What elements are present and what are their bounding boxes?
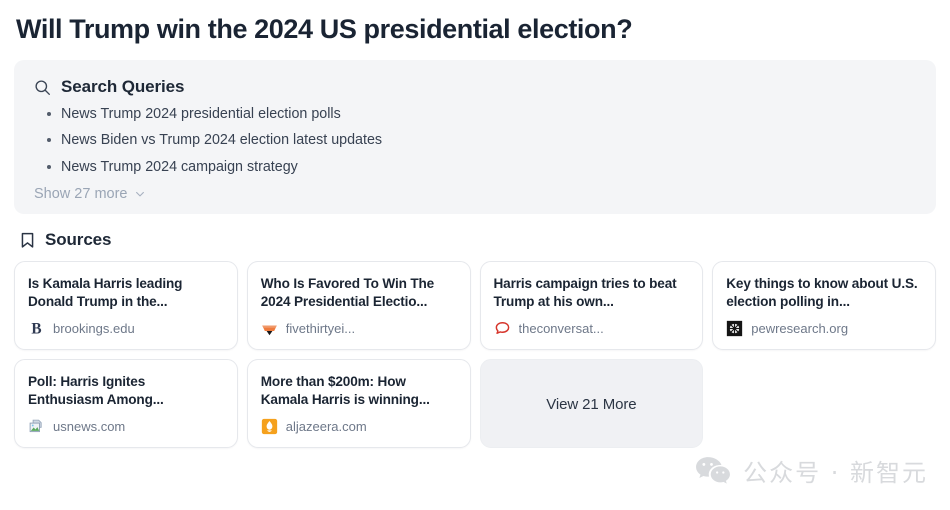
search-queries-title: Search Queries xyxy=(61,77,185,97)
source-card-title: Poll: Harris Ignites Enthusiasm Among... xyxy=(28,374,164,408)
speech-bubble-icon xyxy=(495,322,509,335)
source-card-domain: fivethirtyei... xyxy=(285,321,356,337)
search-icon xyxy=(35,80,50,95)
source-card-domain: theconversat... xyxy=(518,321,604,337)
source-card-title: Who Is Favored To Win The 2024 President… xyxy=(260,276,435,310)
view-more-sources-button[interactable]: View 21 More xyxy=(479,359,704,449)
source-card-title: Is Kamala Harris leading Donald Trump in… xyxy=(28,276,183,310)
source-card-domain: usnews.com xyxy=(53,419,126,435)
source-card-footer: usnews.com xyxy=(28,418,224,435)
source-card[interactable]: More than $200m: How Kamala Harris is wi… xyxy=(246,359,471,449)
search-queries-list: News Trump 2024 presidential election po… xyxy=(34,107,916,174)
query-item: News Biden vs Trump 2024 election latest… xyxy=(34,133,916,148)
bookmark-icon xyxy=(21,232,34,248)
source-card-footer: aljazeera.com xyxy=(261,418,457,435)
source-card-title: Harris campaign tries to beat Trump at h… xyxy=(493,276,677,310)
broken-image-icon xyxy=(29,419,42,433)
fivethirtyeight-icon xyxy=(262,325,277,336)
sources-grid: Is Kamala Harris leading Donald Trump in… xyxy=(14,261,936,449)
svg-text:B: B xyxy=(31,321,41,337)
source-card-footer: theconversat... xyxy=(494,320,690,337)
source-card[interactable]: Is Kamala Harris leading Donald Trump in… xyxy=(14,261,238,351)
brookings-b-icon: B xyxy=(31,321,41,337)
query-item: News Trump 2024 presidential election po… xyxy=(34,107,916,121)
watermark: 公众号 · 新智元 xyxy=(694,453,928,488)
source-card[interactable]: Who Is Favored To Win The 2024 President… xyxy=(246,261,471,351)
search-queries-panel: Search Queries News Trump 2024 president… xyxy=(14,60,936,215)
source-card-footer: pewresearch.org xyxy=(726,320,922,337)
watermark-text: 公众号 · 新智元 xyxy=(743,459,928,487)
source-card-domain: pewresearch.org xyxy=(751,321,849,337)
source-card-footer: B brookings.edu xyxy=(28,320,224,337)
sources-title: Sources xyxy=(45,230,112,250)
query-item: News Trump 2024 campaign strategy xyxy=(34,159,916,174)
source-card-footer: fivethirtyei... xyxy=(261,320,457,337)
pew-research-burst-icon xyxy=(727,320,743,337)
aljazeera-flame-icon xyxy=(261,418,277,435)
source-card-domain: aljazeera.com xyxy=(285,419,367,435)
show-more-queries-button[interactable]: Show 27 more xyxy=(34,186,146,202)
page-root: Will Trump win the 2024 US presidential … xyxy=(0,0,950,510)
show-more-label: Show 27 more xyxy=(34,185,128,202)
search-queries-header: Search Queries xyxy=(34,77,916,97)
source-card-domain: brookings.edu xyxy=(53,321,135,337)
chevron-down-icon xyxy=(135,191,144,197)
source-card[interactable]: Harris campaign tries to beat Trump at h… xyxy=(479,261,704,351)
source-card[interactable]: Poll: Harris Ignites Enthusiasm Among...… xyxy=(14,359,238,449)
wechat-icon xyxy=(696,456,731,484)
page-title: Will Trump win the 2024 US presidential … xyxy=(16,14,633,44)
source-card-title: More than $200m: How Kamala Harris is wi… xyxy=(260,374,430,408)
sources-header: Sources xyxy=(14,230,936,250)
source-card-title: Key things to know about U.S. election p… xyxy=(726,276,918,310)
source-card[interactable]: Key things to know about U.S. election p… xyxy=(712,261,936,351)
view-more-label: View 21 More xyxy=(546,395,637,413)
